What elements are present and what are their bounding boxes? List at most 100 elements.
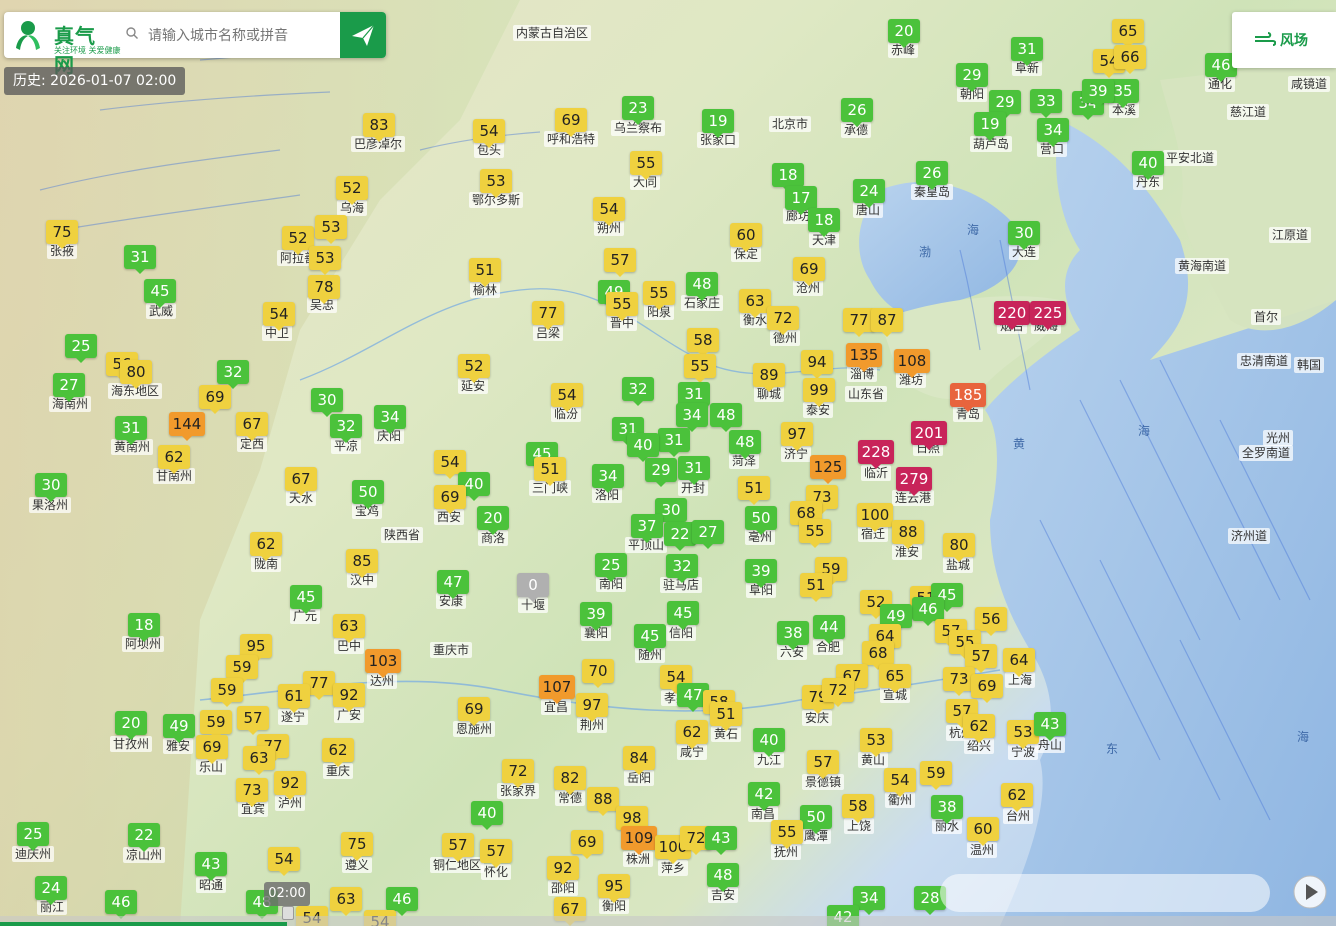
play-icon[interactable] — [1292, 874, 1328, 910]
aqi-marker[interactable]: 48 — [707, 863, 739, 892]
aqi-marker[interactable]: 84 — [623, 746, 655, 775]
aqi-marker[interactable]: 69 — [434, 485, 466, 514]
search-go-button[interactable] — [340, 12, 386, 58]
aqi-marker[interactable]: 89 — [753, 363, 785, 392]
aqi-marker[interactable]: 51 — [738, 476, 770, 505]
site-logo[interactable]: 真气网 关注环境 关爱健康 — [12, 18, 121, 77]
aqi-marker[interactable]: 34 — [592, 464, 624, 493]
aqi-marker[interactable]: 69 — [555, 108, 587, 137]
aqi-marker[interactable]: 225 — [1030, 301, 1066, 330]
aqi-marker[interactable]: 31 — [1011, 37, 1043, 66]
aqi-marker[interactable]: 34 — [374, 405, 406, 434]
aqi-marker[interactable]: 69 — [571, 830, 603, 859]
aqi-marker[interactable]: 50 — [745, 506, 777, 535]
aqi-marker[interactable]: 59 — [226, 655, 258, 684]
aqi-marker[interactable]: 45 — [144, 279, 176, 308]
aqi-marker[interactable]: 42 — [748, 782, 780, 811]
aqi-marker[interactable]: 87 — [871, 308, 903, 337]
aqi-marker[interactable]: 20 — [115, 711, 147, 740]
aqi-marker[interactable]: 59 — [920, 761, 952, 790]
aqi-marker[interactable]: 26 — [841, 98, 873, 127]
aqi-marker[interactable]: 31 — [678, 456, 710, 485]
aqi-marker[interactable]: 57 — [237, 706, 269, 735]
aqi-marker[interactable]: 95 — [598, 874, 630, 903]
aqi-marker[interactable]: 20 — [888, 19, 920, 48]
aqi-marker[interactable]: 88 — [892, 520, 924, 549]
aqi-marker[interactable]: 55 — [606, 292, 638, 321]
aqi-marker[interactable]: 23 — [622, 96, 654, 125]
aqi-marker[interactable]: 63 — [243, 746, 275, 775]
aqi-marker[interactable]: 78 — [308, 275, 340, 304]
aqi-marker[interactable]: 109 — [621, 826, 657, 855]
aqi-marker[interactable]: 92 — [547, 856, 579, 885]
aqi-marker[interactable]: 20 — [477, 506, 509, 535]
aqi-marker[interactable]: 100 — [857, 503, 893, 532]
aqi-marker[interactable]: 32 — [666, 554, 698, 583]
aqi-marker[interactable]: 279 — [896, 467, 932, 496]
aqi-marker[interactable]: 201 — [911, 421, 947, 450]
aqi-marker[interactable]: 48 — [729, 430, 761, 459]
aqi-marker[interactable]: 220 — [994, 301, 1030, 330]
wind-field-toggle[interactable]: 风场 — [1232, 12, 1336, 68]
aqi-marker[interactable]: 69 — [971, 674, 1003, 703]
aqi-marker[interactable]: 43 — [195, 852, 227, 881]
aqi-marker[interactable]: 30 — [35, 473, 67, 502]
aqi-marker[interactable]: 50 — [800, 805, 832, 834]
aqi-marker[interactable]: 54 — [268, 847, 300, 876]
aqi-marker[interactable]: 72 — [502, 759, 534, 788]
aqi-marker[interactable]: 46 — [105, 890, 137, 919]
aqi-marker[interactable]: 60 — [967, 817, 999, 846]
aqi-marker[interactable]: 70 — [582, 659, 614, 688]
aqi-marker[interactable]: 80 — [943, 533, 975, 562]
aqi-marker[interactable]: 31 — [115, 416, 147, 445]
aqi-marker[interactable]: 68 — [862, 641, 894, 670]
aqi-marker[interactable]: 55 — [630, 151, 662, 180]
aqi-marker[interactable]: 62 — [1001, 783, 1033, 812]
aqi-marker[interactable]: 50 — [352, 480, 384, 509]
aqi-marker[interactable]: 51 — [800, 573, 832, 602]
aqi-marker[interactable]: 29 — [645, 458, 677, 487]
aqi-marker[interactable]: 53 — [860, 728, 892, 757]
aqi-marker[interactable]: 57 — [480, 839, 512, 868]
aqi-marker[interactable]: 62 — [676, 720, 708, 749]
aqi-marker[interactable]: 73 — [236, 778, 268, 807]
timeline-handle[interactable] — [282, 906, 294, 920]
aqi-marker[interactable]: 55 — [771, 820, 803, 849]
aqi-marker[interactable]: 56 — [975, 607, 1007, 636]
aqi-marker[interactable]: 83 — [363, 113, 395, 142]
aqi-marker[interactable]: 51 — [710, 702, 742, 731]
aqi-marker[interactable]: 63 — [333, 614, 365, 643]
aqi-marker[interactable]: 39 — [745, 559, 777, 588]
aqi-marker[interactable]: 34 — [676, 403, 708, 432]
aqi-marker[interactable]: 62 — [158, 445, 190, 474]
aqi-marker[interactable]: 18 — [808, 208, 840, 237]
city-search-input[interactable] — [146, 21, 340, 51]
aqi-marker[interactable]: 94 — [801, 350, 833, 379]
aqi-marker[interactable]: 72 — [822, 678, 854, 707]
aqi-marker[interactable]: 108 — [894, 349, 930, 378]
aqi-marker[interactable]: 125 — [810, 455, 846, 484]
aqi-marker[interactable]: 48 — [710, 403, 742, 432]
aqi-marker[interactable]: 49 — [163, 714, 195, 743]
aqi-marker[interactable]: 18 — [128, 613, 160, 642]
aqi-marker[interactable]: 58 — [687, 328, 719, 357]
aqi-marker[interactable]: 48 — [686, 272, 718, 301]
aqi-marker[interactable]: 66 — [1114, 45, 1146, 74]
aqi-marker[interactable]: 32 — [622, 377, 654, 406]
aqi-marker[interactable]: 45 — [634, 624, 666, 653]
map-canvas[interactable]: 内蒙古自治区 赤峰 阜新 通化 乌兰察布 张家口 北京市 承德 朝阳 葫芦岛 营口 本溪 慈江道 咸镜道平… — [0, 0, 1336, 926]
aqi-marker[interactable]: 24 — [853, 179, 885, 208]
aqi-marker[interactable]: 0 — [517, 573, 549, 602]
aqi-marker[interactable]: 43 — [705, 826, 737, 855]
aqi-marker[interactable]: 40 — [1132, 151, 1164, 180]
aqi-marker[interactable]: 51 — [469, 258, 501, 287]
aqi-marker[interactable]: 92 — [274, 771, 306, 800]
aqi-marker[interactable]: 69 — [196, 735, 228, 764]
aqi-marker[interactable]: 54 — [593, 197, 625, 226]
aqi-marker[interactable]: 62 — [322, 738, 354, 767]
aqi-marker[interactable]: 38 — [777, 621, 809, 650]
aqi-marker[interactable]: 45 — [290, 585, 322, 614]
aqi-marker[interactable]: 34 — [1037, 118, 1069, 147]
aqi-marker[interactable]: 57 — [807, 750, 839, 779]
aqi-marker[interactable]: 30 — [1008, 221, 1040, 250]
